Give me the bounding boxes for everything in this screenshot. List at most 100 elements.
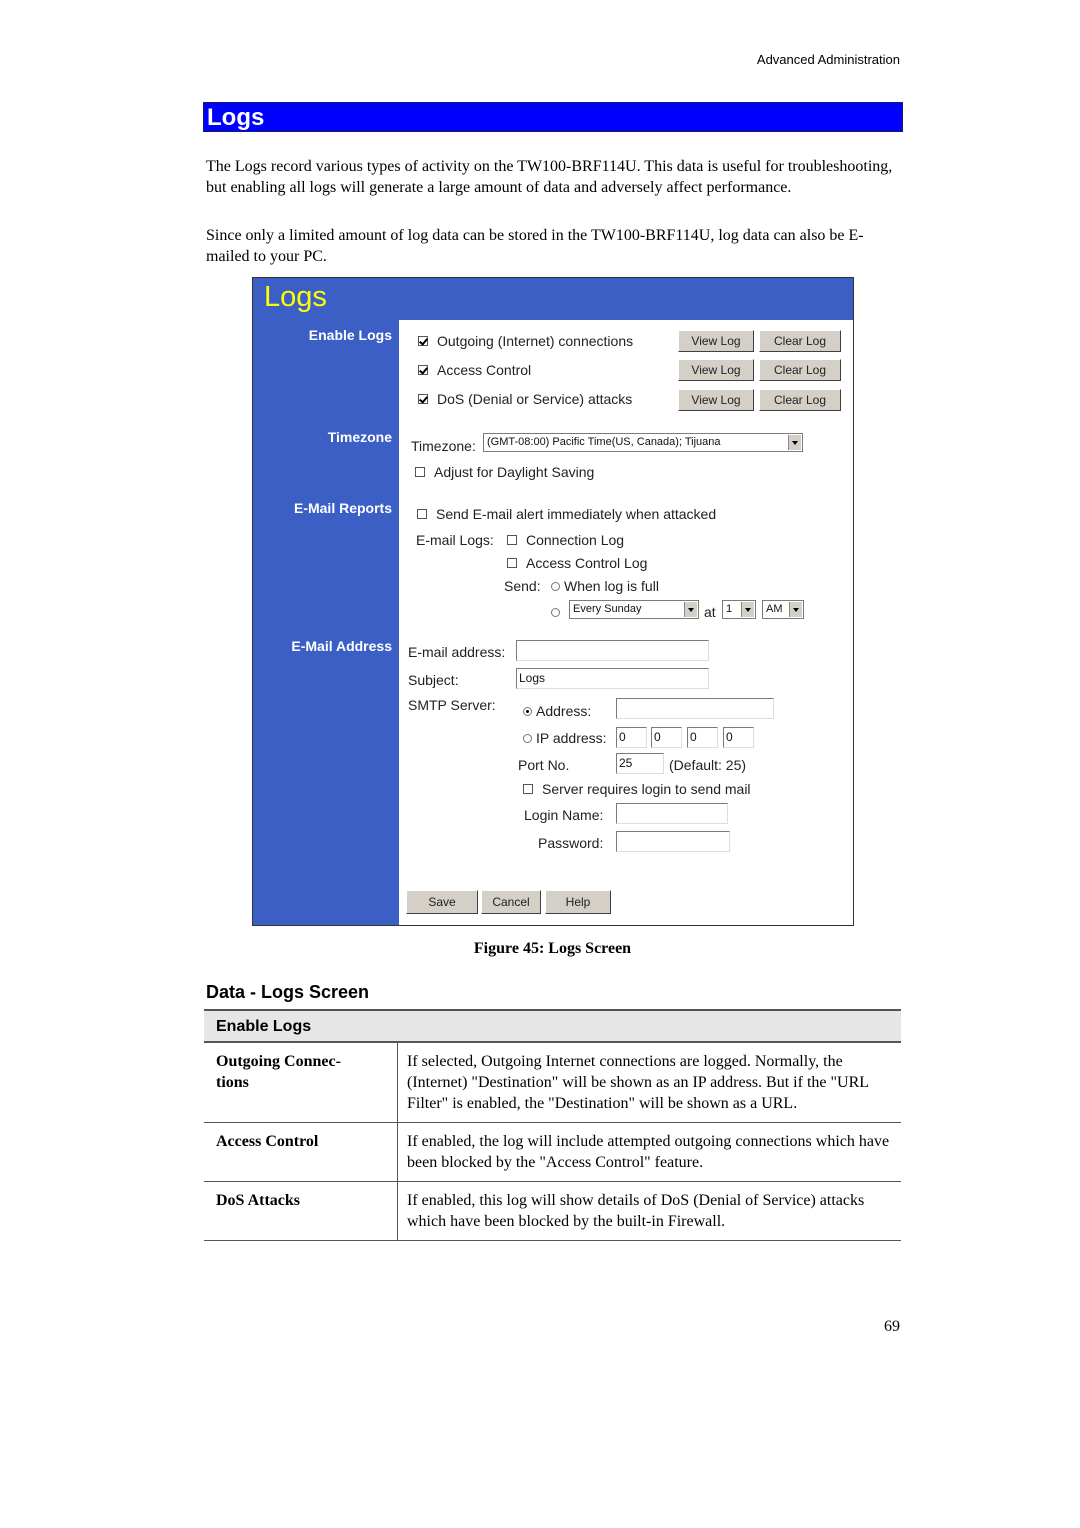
side-label-timezone: Timezone <box>327 429 392 445</box>
login-name-input[interactable] <box>616 803 728 824</box>
ip-octet-3-input[interactable]: 0 <box>687 727 718 748</box>
access-control-label: Access Control <box>437 362 532 378</box>
smtp-address-radio-label: Address: <box>536 703 592 719</box>
timezone-value: (GMT-08:00) Pacific Time(US, Canada); Ti… <box>487 436 721 448</box>
login-required-checkbox[interactable] <box>523 784 533 795</box>
side-label-email-reports: E-Mail Reports <box>293 500 392 516</box>
subject-label: Subject: <box>408 672 459 688</box>
ip-octet-1-input[interactable]: 0 <box>616 727 647 748</box>
outgoing-label: Outgoing (Internet) connections <box>437 333 634 349</box>
figure-caption: Figure 45: Logs Screen <box>473 940 632 957</box>
smtp-address-input[interactable] <box>616 698 774 719</box>
settings-panel: Outgoing (Internet) connections View Log… <box>399 320 853 925</box>
email-address-label: E-mail address: <box>408 644 506 660</box>
timezone-label: Timezone: <box>411 438 476 454</box>
when-full-row: When log is full <box>551 578 659 594</box>
access-control-log-checkbox[interactable] <box>507 558 517 569</box>
access-control-checkbox[interactable] <box>418 365 428 376</box>
view-log-access-control-button[interactable]: View Log <box>678 359 754 381</box>
intro-paragraph-2: Since only a limited amount of log data … <box>206 227 864 265</box>
schedule-ampm-select[interactable]: AM <box>762 600 804 619</box>
section-title: Logs <box>207 104 265 131</box>
enable-access-control-row: Access Control <box>418 362 531 378</box>
row-key: Access Control <box>204 1123 398 1181</box>
password-label: Password: <box>538 835 604 851</box>
dos-checkbox[interactable] <box>418 394 428 405</box>
port-input[interactable]: 25 <box>616 753 664 774</box>
when-full-label: When log is full <box>564 578 659 594</box>
at-label: at <box>704 604 716 620</box>
row-value: If enabled, this log will show details o… <box>407 1192 865 1230</box>
cancel-button[interactable]: Cancel <box>481 890 541 914</box>
dos-label: DoS (Denial or Service) attacks <box>437 391 633 407</box>
daylight-saving-label: Adjust for Daylight Saving <box>434 464 595 480</box>
email-alert-row: Send E-mail alert immediately when attac… <box>417 506 716 522</box>
view-log-outgoing-button[interactable]: View Log <box>678 330 754 352</box>
email-alert-label: Send E-mail alert immediately when attac… <box>436 506 717 522</box>
connection-log-checkbox[interactable] <box>507 535 517 546</box>
smtp-address-row: Address: <box>523 703 591 719</box>
intro-paragraph-1: The Logs record various types of activit… <box>206 158 893 196</box>
when-full-radio[interactable] <box>551 581 560 591</box>
table-row: Outgoing Connec-tions If selected, Outgo… <box>204 1043 901 1123</box>
enable-dos-row: DoS (Denial or Service) attacks <box>418 391 632 407</box>
side-label-enable-logs: Enable Logs <box>308 327 392 343</box>
row-value: If selected, Outgoing Internet connectio… <box>407 1053 869 1112</box>
smtp-ip-row: IP address: <box>523 730 607 746</box>
send-label: Send: <box>504 578 541 594</box>
dropdown-arrow-icon <box>789 602 802 617</box>
schedule-ampm-value: AM <box>766 603 783 615</box>
help-button[interactable]: Help <box>545 890 611 914</box>
password-input[interactable] <box>616 831 730 852</box>
ip-octet-2-input[interactable]: 0 <box>651 727 682 748</box>
connection-log-row: Connection Log <box>507 532 624 548</box>
timezone-select[interactable]: (GMT-08:00) Pacific Time(US, Canada); Ti… <box>483 433 803 452</box>
subject-input[interactable]: Logs <box>516 668 709 689</box>
schedule-radio[interactable] <box>551 607 560 617</box>
outgoing-checkbox[interactable] <box>418 336 428 347</box>
daylight-saving-checkbox[interactable] <box>415 467 425 478</box>
clear-log-outgoing-button[interactable]: Clear Log <box>759 330 841 352</box>
data-table: Enable Logs Outgoing Connec-tions If sel… <box>204 1009 901 1241</box>
row-key: DoS Attacks <box>204 1182 398 1240</box>
login-required-row: Server requires login to send mail <box>523 781 751 797</box>
schedule-day-select[interactable]: Every Sunday <box>569 600 699 619</box>
smtp-server-label: SMTP Server: <box>408 697 496 713</box>
ip-octet-4-input[interactable]: 0 <box>723 727 754 748</box>
smtp-ip-radio[interactable] <box>523 733 532 743</box>
row-value: If enabled, the log will include attempt… <box>407 1133 890 1171</box>
save-button[interactable]: Save <box>406 890 478 914</box>
port-default-note: (Default: 25) <box>669 757 747 773</box>
port-label: Port No. <box>518 757 570 773</box>
email-logs-label: E-mail Logs: <box>416 532 494 548</box>
smtp-address-radio[interactable] <box>523 706 532 716</box>
view-log-dos-button[interactable]: View Log <box>678 389 754 411</box>
running-header: Advanced Administration <box>756 52 900 67</box>
schedule-day-value: Every Sunday <box>573 603 642 615</box>
dropdown-arrow-icon <box>684 602 697 617</box>
table-row: Access Control If enabled, the log will … <box>204 1123 901 1182</box>
login-name-label: Login Name: <box>524 807 604 823</box>
smtp-ip-radio-label: IP address: <box>536 730 607 746</box>
enable-outgoing-row: Outgoing (Internet) connections <box>418 333 633 349</box>
clear-log-access-control-button[interactable]: Clear Log <box>759 359 841 381</box>
row-key: Outgoing Connec-tions <box>204 1043 398 1122</box>
access-control-log-label: Access Control Log <box>526 555 648 571</box>
data-section-title: Data - Logs Screen <box>206 982 370 1002</box>
screen-title: Logs <box>264 281 327 313</box>
table-row: DoS Attacks If enabled, this log will sh… <box>204 1182 901 1241</box>
access-control-log-row: Access Control Log <box>507 555 647 571</box>
connection-log-label: Connection Log <box>526 532 625 548</box>
side-label-email-address: E-Mail Address <box>291 638 392 654</box>
section-title-bar: Logs <box>203 102 903 132</box>
schedule-hour-value: 1 <box>726 603 733 615</box>
clear-log-dos-button[interactable]: Clear Log <box>759 389 841 411</box>
login-required-label: Server requires login to send mail <box>542 781 751 797</box>
email-address-input[interactable] <box>516 640 709 661</box>
page-number: 69 <box>884 1318 900 1335</box>
dropdown-arrow-icon <box>741 602 754 617</box>
dropdown-arrow-icon <box>788 435 801 450</box>
schedule-hour-select[interactable]: 1 <box>722 600 756 619</box>
email-alert-checkbox[interactable] <box>417 509 427 520</box>
daylight-saving-row: Adjust for Daylight Saving <box>415 464 594 480</box>
